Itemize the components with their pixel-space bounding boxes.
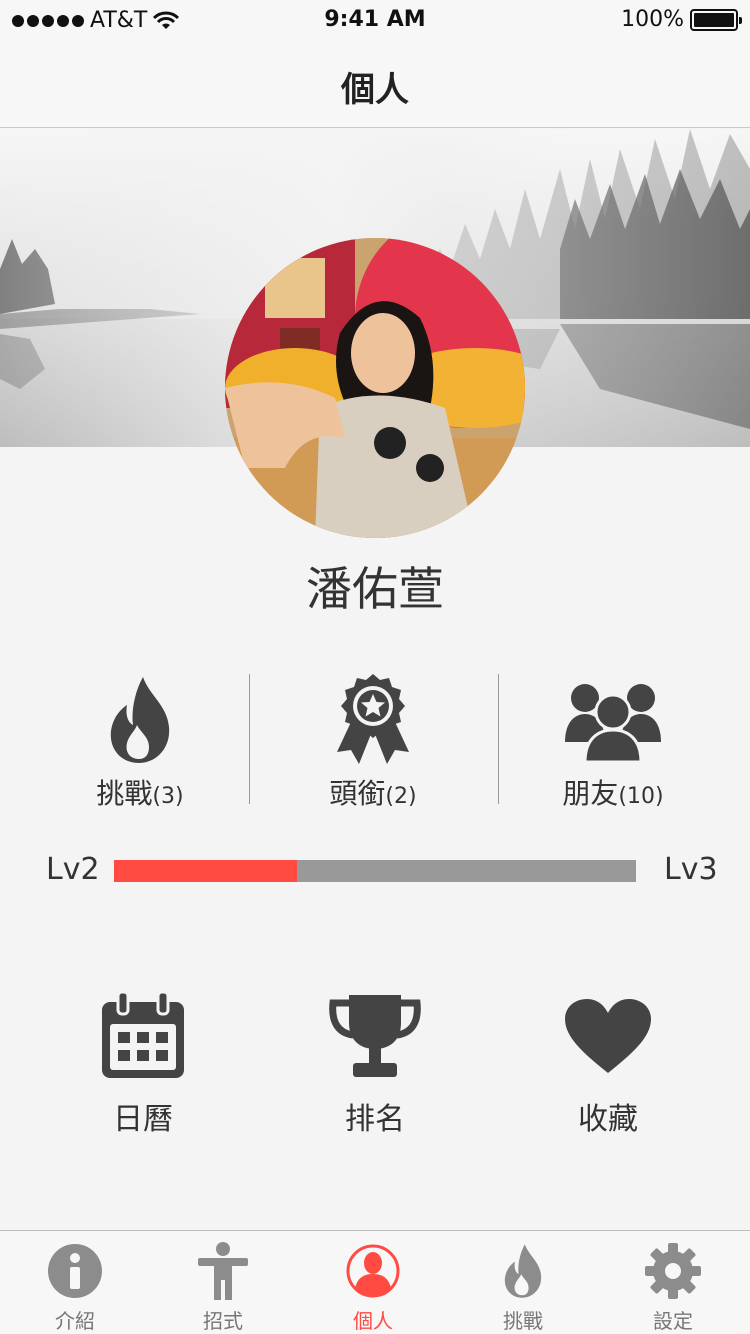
stat-titles-text: 頭銜 <box>329 777 386 810</box>
page-title: 個人 <box>341 70 409 110</box>
award-ribbon-icon <box>248 672 498 768</box>
level-next: Lv3 <box>664 852 718 887</box>
battery-percent: 100% <box>621 7 684 32</box>
tab-bar: 介紹 招式 個人 挑戰 設定 <box>0 1230 750 1334</box>
friends-group-icon <box>488 672 738 768</box>
stat-challenges-label: 挑戰(3) <box>15 772 265 812</box>
status-bar: AT&T 9:41 AM 100% <box>0 0 750 40</box>
level-progress-fill <box>114 860 297 882</box>
stat-challenges[interactable]: 挑戰(3) <box>15 672 265 810</box>
level-current: Lv2 <box>46 852 100 887</box>
tab-challenge[interactable]: 挑戰 <box>448 1231 598 1334</box>
stat-challenges-count: (3) <box>152 784 184 809</box>
gear-icon <box>598 1231 748 1301</box>
stat-friends-count: (10) <box>618 784 664 809</box>
tab-profile-label: 個人 <box>353 1309 393 1333</box>
tab-moves-label: 招式 <box>203 1309 243 1333</box>
stats-divider <box>498 674 499 804</box>
profile-avatar[interactable] <box>225 238 525 538</box>
profile-name: 潘佑萱 <box>306 562 444 616</box>
person-stance-icon <box>148 1231 298 1301</box>
favorites-label: 收藏 <box>578 1102 638 1137</box>
stats-divider <box>249 674 250 804</box>
tab-profile[interactable]: 個人 <box>298 1231 448 1334</box>
tab-settings-label: 設定 <box>653 1309 693 1333</box>
avatar-photo <box>225 238 525 538</box>
tab-intro[interactable]: 介紹 <box>0 1231 150 1334</box>
level-progress-bar <box>114 860 636 882</box>
stat-friends-label: 朋友(10) <box>488 772 738 812</box>
stats-row: 挑戰(3) 頭銜(2) 朋友(10) <box>0 672 750 810</box>
favorites-button[interactable]: 收藏 <box>508 990 708 1140</box>
ranking-label: 排名 <box>345 1102 405 1137</box>
calendar-button[interactable]: 日曆 <box>43 990 243 1140</box>
stat-titles[interactable]: 頭銜(2) <box>248 672 498 810</box>
stat-titles-count: (2) <box>385 784 417 809</box>
trophy-icon <box>275 990 475 1082</box>
stat-challenges-text: 挑戰 <box>96 777 153 810</box>
status-bar-right: 100% <box>621 7 742 32</box>
navigation-bar: 個人 <box>0 40 750 128</box>
heart-icon <box>508 990 708 1082</box>
calendar-icon <box>43 990 243 1082</box>
stat-titles-label: 頭銜(2) <box>248 772 498 812</box>
info-icon <box>0 1231 150 1301</box>
tab-intro-label: 介紹 <box>55 1309 95 1333</box>
stat-friends[interactable]: 朋友(10) <box>488 672 738 810</box>
tab-settings[interactable]: 設定 <box>598 1231 748 1334</box>
calendar-label: 日曆 <box>113 1102 173 1137</box>
stat-friends-text: 朋友 <box>562 777 619 810</box>
tab-challenge-label: 挑戰 <box>503 1309 543 1333</box>
profile-icon <box>298 1231 448 1301</box>
flame-icon <box>15 672 265 768</box>
flame-icon <box>448 1231 598 1301</box>
ranking-button[interactable]: 排名 <box>275 990 475 1140</box>
battery-icon <box>690 8 742 31</box>
tab-moves[interactable]: 招式 <box>148 1231 298 1334</box>
